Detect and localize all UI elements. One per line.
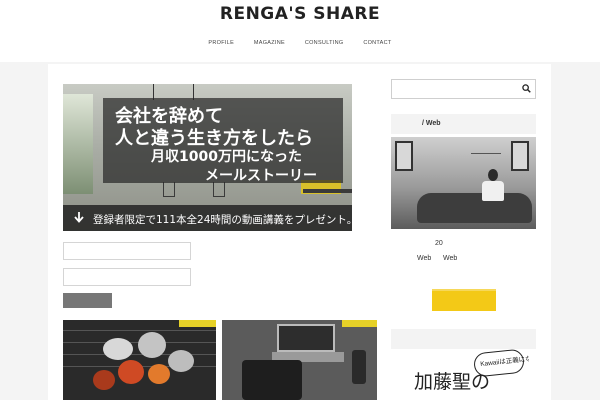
search-input[interactable]	[391, 79, 536, 99]
name-field[interactable]	[63, 242, 191, 260]
site-title[interactable]: RENGA'S SHARE	[0, 4, 600, 24]
banner-window	[63, 94, 93, 194]
projector	[242, 360, 302, 400]
ember	[118, 360, 144, 384]
profile-widget-header	[391, 114, 536, 134]
book-widget-header	[391, 329, 536, 349]
profile-link[interactable]: Web	[443, 255, 457, 262]
photo-lamp	[471, 145, 501, 154]
profile-widget-title: / Web	[422, 120, 441, 127]
photo-window	[395, 141, 413, 171]
post-thumbnail[interactable]	[63, 320, 216, 400]
photo-window	[511, 141, 529, 171]
submit-button[interactable]	[63, 293, 112, 308]
coal	[103, 338, 133, 360]
profile-link[interactable]: Web	[417, 255, 431, 262]
hero-banner[interactable]: 会社を辞めて 人と違う生き方をしたら 月収1000万円になった メールストーリー…	[63, 84, 352, 231]
post-thumbnail[interactable]	[222, 320, 377, 400]
arrow-down-icon	[74, 212, 84, 223]
book-cover-image[interactable]: 加藤聖の Kawaiiは正義になる	[404, 349, 529, 400]
sofa	[417, 193, 532, 223]
grill-line	[63, 330, 216, 331]
search-icon[interactable]	[522, 84, 531, 93]
category-tag	[179, 320, 216, 327]
profile-cta-button[interactable]	[432, 289, 496, 311]
grill-line	[63, 354, 216, 355]
category-tag	[342, 320, 377, 327]
main-nav: PROFILE MAGAZINE CONSULTING CONTACT	[0, 40, 600, 46]
email-field[interactable]	[63, 268, 191, 286]
profile-photo	[391, 137, 536, 229]
banner-chair	[163, 182, 175, 197]
laptop-screen	[277, 324, 335, 352]
profile-number: 20	[435, 240, 443, 247]
banner-table	[303, 189, 352, 193]
banner-headline-3: 月収1000万円になった	[151, 149, 302, 165]
coal	[138, 332, 166, 358]
ember	[148, 364, 170, 384]
person-head	[488, 169, 498, 181]
banner-headline-4: メールストーリー	[205, 168, 317, 184]
ember	[93, 370, 115, 390]
nav-item-contact[interactable]: CONTACT	[363, 40, 391, 46]
phone	[352, 350, 366, 384]
nav-item-magazine[interactable]: MAGAZINE	[254, 40, 285, 46]
site-header: RENGA'S SHARE PROFILE MAGAZINE CONSULTIN…	[0, 0, 600, 62]
nav-item-profile[interactable]: PROFILE	[208, 40, 234, 46]
banner-cta-text: 登録者限定で111本全24時間の動画講義をプレゼント。	[93, 214, 352, 226]
coal	[168, 350, 194, 372]
nav-item-consulting[interactable]: CONSULTING	[305, 40, 344, 46]
person-body	[482, 181, 504, 201]
